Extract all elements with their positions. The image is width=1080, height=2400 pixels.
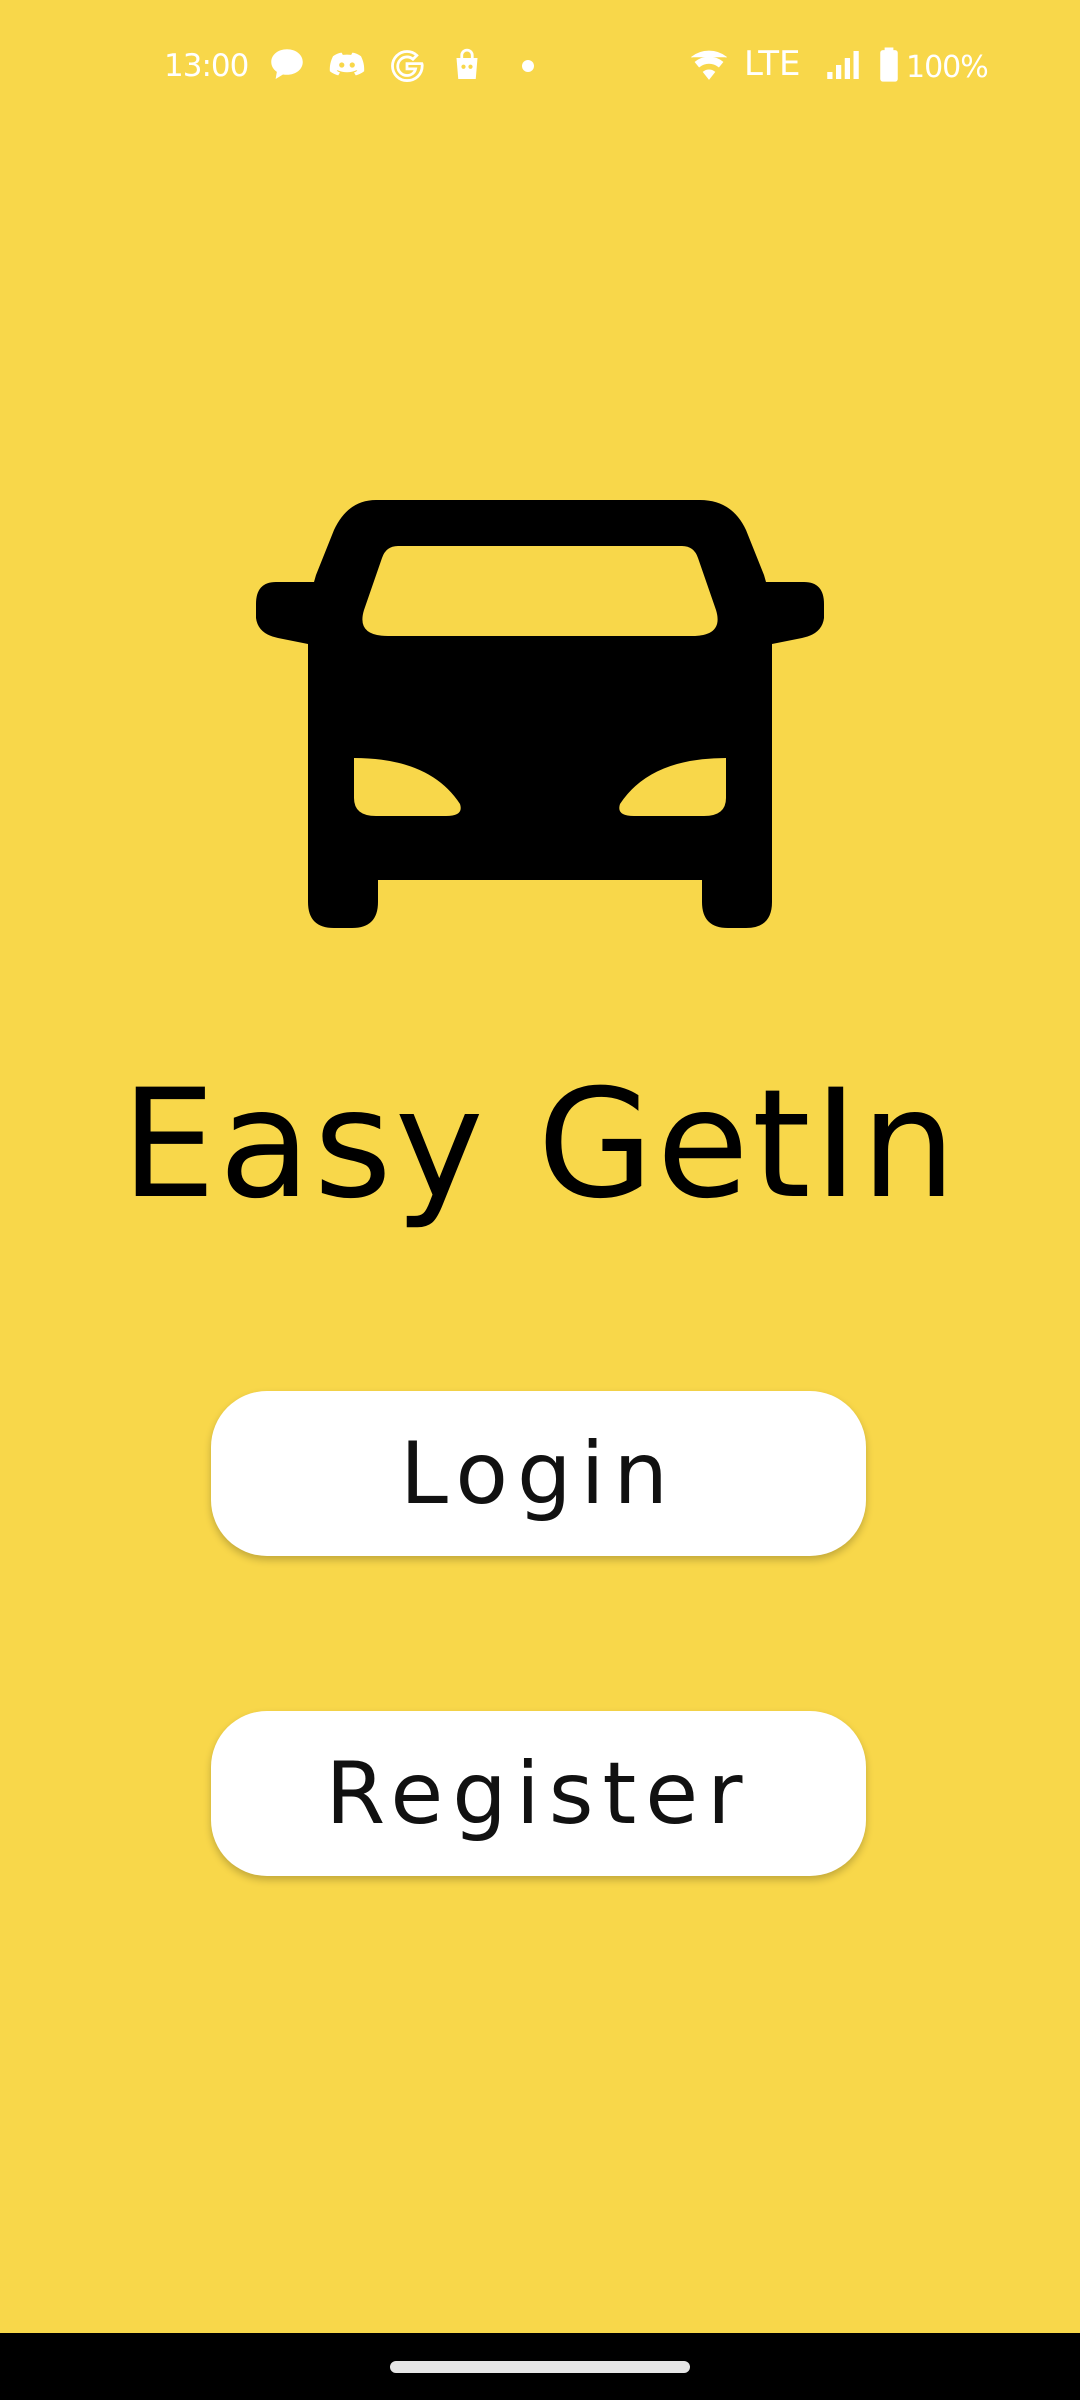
status-time: 13:00 bbox=[164, 48, 249, 84]
chat-bubble-icon bbox=[271, 49, 303, 79]
signal-icon bbox=[827, 51, 859, 79]
discord-icon bbox=[329, 52, 365, 76]
network-type-label: LTE bbox=[744, 44, 801, 84]
google-icon bbox=[391, 50, 424, 82]
register-button[interactable]: Register bbox=[211, 1711, 866, 1876]
wifi-icon bbox=[691, 50, 727, 80]
battery-percent: 100% bbox=[906, 50, 989, 85]
login-button[interactable]: Login bbox=[211, 1391, 866, 1556]
app-title: Easy GetIn bbox=[121, 1058, 959, 1232]
battery-icon bbox=[880, 47, 898, 82]
notification-dot-icon bbox=[522, 60, 534, 72]
status-bar: 13:00 LTE 100% bbox=[0, 0, 1080, 136]
shopping-bag-icon bbox=[456, 48, 478, 79]
home-gesture-handle[interactable] bbox=[390, 2361, 690, 2373]
car-icon bbox=[256, 500, 824, 928]
navigation-bar bbox=[0, 2333, 1080, 2400]
